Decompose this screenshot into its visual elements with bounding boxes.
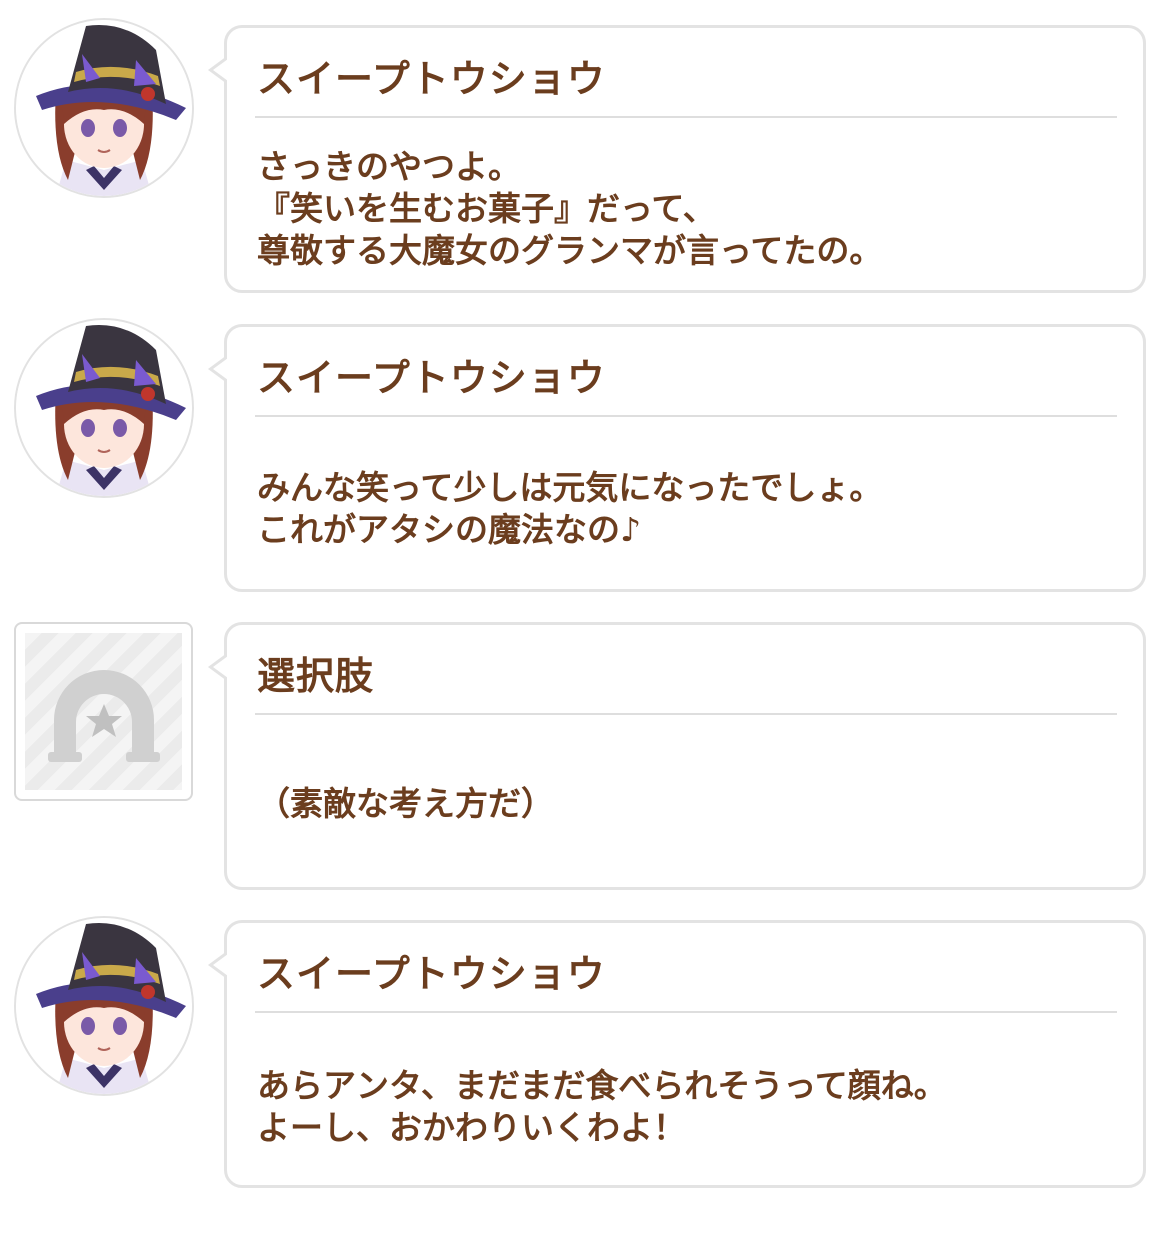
divider <box>255 713 1117 715</box>
divider <box>255 1011 1117 1013</box>
message-line: 『笑いを生むお菓子』だって、 <box>257 189 716 228</box>
message-line: みんな笑って少しは元気になったでしょ。 <box>257 468 883 507</box>
divider <box>255 116 1117 118</box>
message-line: さっきのやつよ。 <box>257 147 521 186</box>
message-line: よーし、おかわりいくわよ！ <box>257 1108 686 1147</box>
message-bubble: スイープトウショウ さっきのやつよ。 『笑いを生むお菓子』だって、 尊敬する大魔… <box>208 25 1146 293</box>
message-text: あらアンタ、まだまだ食べられそうって顔ね。 よーし、おかわりいくわよ！ <box>257 1065 1123 1149</box>
character-portrait-icon <box>16 320 192 496</box>
speaker-name: スイープトウショウ <box>257 356 606 400</box>
horseshoe-star-icon <box>48 670 160 762</box>
message-line: （素敵な考え方だ） <box>257 784 554 823</box>
message-bubble: 選択肢 （素敵な考え方だ） <box>208 622 1146 890</box>
message-bubble: スイープトウショウ あらアンタ、まだまだ食べられそうって顔ね。 よーし、おかわり… <box>208 920 1146 1188</box>
message-text: みんな笑って少しは元気になったでしょ。 これがアタシの魔法なの♪ <box>257 467 1123 551</box>
message-line: あらアンタ、まだまだ食べられそうって顔ね。 <box>257 1066 947 1105</box>
message-line: これがアタシの魔法なの♪ <box>257 510 642 549</box>
character-portrait-icon <box>16 20 192 196</box>
message-entry: スイープトウショウ あらアンタ、まだまだ食べられそうって顔ね。 よーし、おかわり… <box>0 908 1163 1193</box>
message-bubble: スイープトウショウ みんな笑って少しは元気になったでしょ。 これがアタシの魔法な… <box>208 324 1146 592</box>
speaker-name: スイープトウショウ <box>257 952 606 996</box>
message-entry: スイープトウショウ さっきのやつよ。 『笑いを生むお菓子』だって、 尊敬する大魔… <box>0 10 1163 295</box>
speaker-name: スイープトウショウ <box>257 57 606 101</box>
character-avatar <box>14 318 194 498</box>
message-text: （素敵な考え方だ） <box>257 783 1123 825</box>
character-avatar <box>14 18 194 198</box>
character-avatar <box>14 916 194 1096</box>
choice-entry: 選択肢 （素敵な考え方だ） <box>0 610 1163 895</box>
choice-avatar <box>14 622 193 801</box>
divider <box>255 415 1117 417</box>
message-entry: スイープトウショウ みんな笑って少しは元気になったでしょ。 これがアタシの魔法な… <box>0 310 1163 595</box>
message-line: 尊敬する大魔女のグランマが言ってたの。 <box>257 231 883 270</box>
speaker-name: 選択肢 <box>257 654 375 698</box>
message-text: さっきのやつよ。 『笑いを生むお菓子』だって、 尊敬する大魔女のグランマが言って… <box>257 146 1123 272</box>
character-portrait-icon <box>16 918 192 1094</box>
